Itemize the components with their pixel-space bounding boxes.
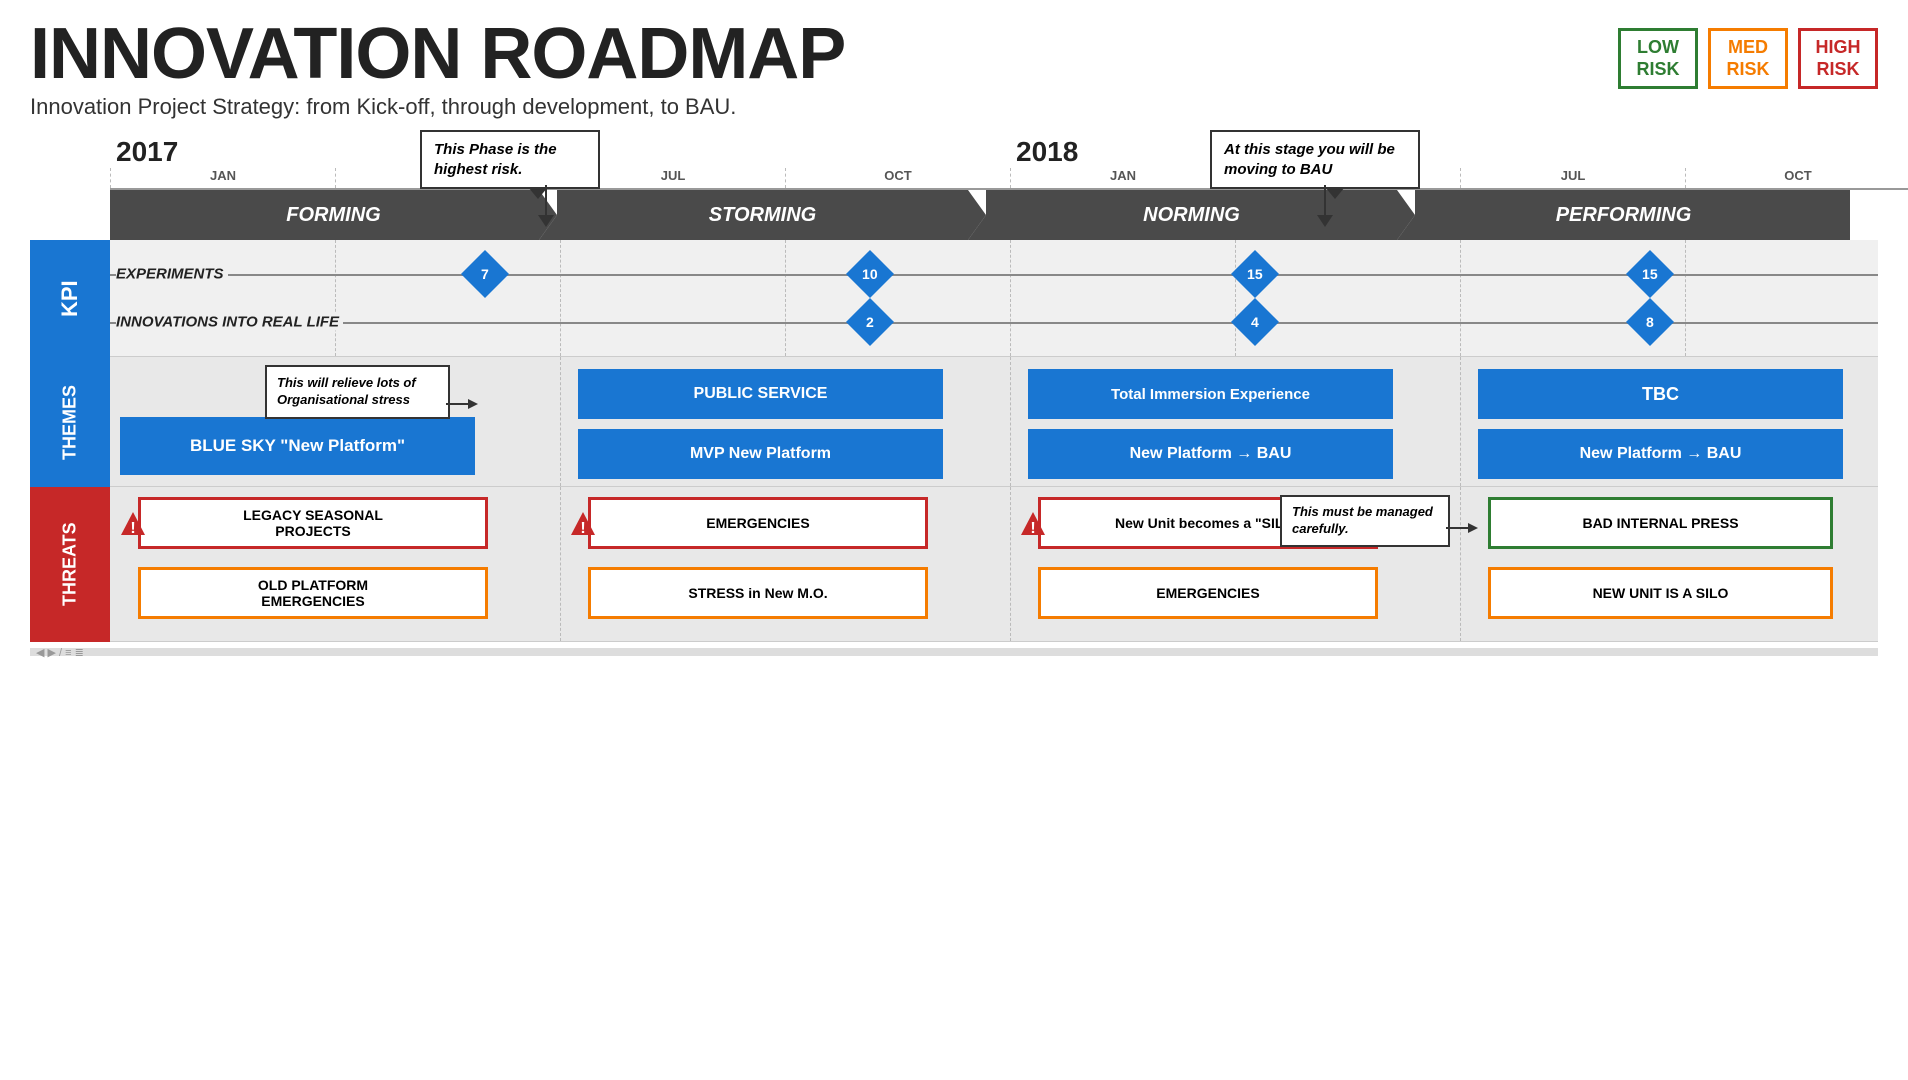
kpi-diamond-10: 10 [846,250,894,298]
year-month-row: 2017 JAN APR JUL OCT 2018 JAN APR JUL [30,130,1878,190]
threat-legacy: LEGACY SEASONALPROJECTS [138,497,488,549]
threat-icon-emergencies: ! [570,511,596,542]
phase-storming: STORMING [539,190,986,240]
callout-performing: At this stage you will be moving to BAU [1210,130,1420,189]
svg-text:!: ! [580,520,585,537]
med-risk-badge: MEDRISK [1708,28,1788,89]
theme-np-bau-1: New Platform → BAU [1028,429,1393,479]
phases-row: FORMING STORMING NORMING PERFORMING [30,190,1878,240]
header: INNOVATION ROADMAP Innovation Project St… [30,18,1878,120]
kpi-diamond-4: 4 [1231,298,1279,346]
svg-text:!: ! [1030,520,1035,537]
year-2018: 2018 JAN APR JUL OCT [1010,130,1908,190]
content-area: This Phase is the highest risk. At this … [30,130,1878,656]
themes-section-label: THEMES [30,357,110,487]
kpi-section: KPI EXPERIMENTS [30,240,1878,357]
month-jan-2017: JAN [110,168,335,188]
kpi-innovations-row: INNOVATIONS INTO REAL LIFE 2 4 8 [110,300,1878,344]
threat-emergencies-1: EMERGENCIES [588,497,928,549]
kpi-content: EXPERIMENTS 7 10 15 [110,240,1878,357]
title-block: INNOVATION ROADMAP Innovation Project St… [30,18,845,120]
kpi-diamond-15b: 15 [1626,250,1674,298]
threats-section-label: THREATS [30,487,110,642]
threat-new-unit-silo: NEW UNIT IS A SILO [1488,567,1833,619]
threats-section: THREATS This must be managed carefully. … [30,487,1878,642]
month-oct-2017: OCT [785,168,1010,188]
kpi-diamond-15a: 15 [1231,250,1279,298]
callout-storming: This Phase is the highest risk. [420,130,600,189]
month-jul-2018: JUL [1460,168,1685,188]
callout-threats: This must be managed carefully. [1280,495,1450,547]
callout-storming-arrow [536,185,566,227]
risk-badges: LOWRISK MEDRISK HIGHRISK [1618,28,1878,89]
subtitle: Innovation Project Strategy: from Kick-o… [30,94,845,120]
theme-np-bau-2: New Platform → BAU [1478,429,1843,479]
svg-text:!: ! [130,520,135,537]
kpi-experiments-row: EXPERIMENTS 7 10 15 [110,252,1878,296]
year-2017-label: 2017 [116,136,178,168]
theme-mvp: MVP New Platform [578,429,943,479]
month-oct-2018: OCT [1685,168,1908,188]
high-risk-badge: HIGHRISK [1798,28,1878,89]
page: INNOVATION ROADMAP Innovation Project St… [0,0,1908,1080]
month-jan-2018: JAN [1010,168,1235,188]
bottom-bar: ◀ ▶ / ≡ ≣ [30,648,1878,656]
kpi-diamond-2: 2 [846,298,894,346]
phase-forming: FORMING [110,190,557,240]
kpi-experiments-label: EXPERIMENTS [116,266,228,283]
threat-stress: STRESS in New M.O. [588,567,928,619]
callout-themes: This will relieve lots of Organisational… [265,365,450,419]
threat-bad-press: BAD INTERNAL PRESS [1488,497,1833,549]
threat-emergencies-2: EMERGENCIES [1038,567,1378,619]
callout-performing-arrow [1315,185,1345,227]
kpi-diamond-7: 7 [461,250,509,298]
themes-content: This will relieve lots of Organisational… [110,357,1878,487]
year-2018-label: 2018 [1016,136,1078,168]
threats-content: This must be managed carefully. LEGACY S… [110,487,1878,642]
main-title: INNOVATION ROADMAP [30,18,845,90]
themes-section: THEMES This will relieve lots of Organis… [30,357,1878,487]
threat-old-platform: OLD PLATFORMEMERGENCIES [138,567,488,619]
theme-public-service: PUBLIC SERVICE [578,369,943,419]
low-risk-badge: LOWRISK [1618,28,1698,89]
kpi-section-label: KPI [30,240,110,357]
threat-icon-silo: ! [1020,511,1046,542]
theme-tbc: TBC [1478,369,1843,419]
kpi-diamond-8: 8 [1626,298,1674,346]
phase-performing: PERFORMING [1397,190,1850,240]
theme-bluesky: BLUE SKY "New Platform" [120,417,475,475]
theme-total-immersion: Total Immersion Experience [1028,369,1393,419]
kpi-innovations-label: INNOVATIONS INTO REAL LIFE [116,314,343,331]
phase-norming: NORMING [968,190,1415,240]
